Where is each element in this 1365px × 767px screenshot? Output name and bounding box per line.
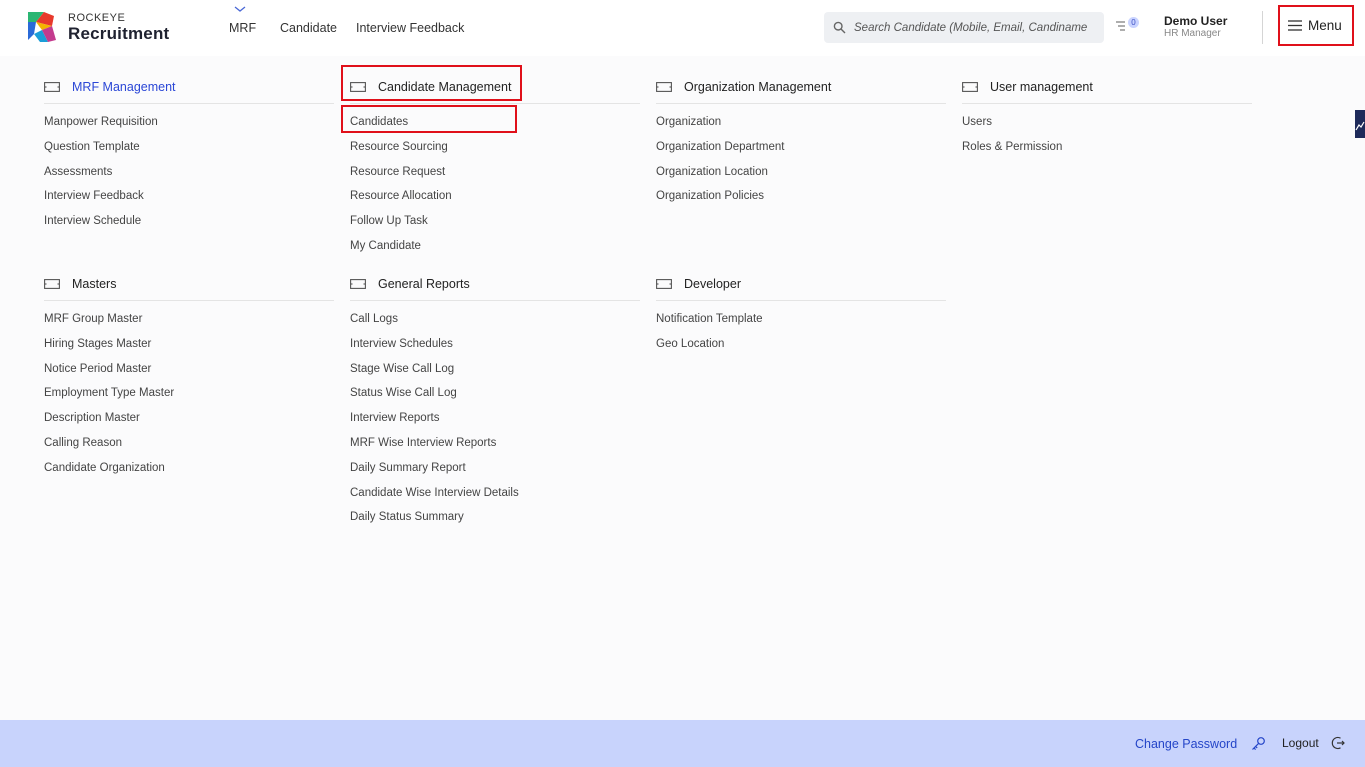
search-icon xyxy=(833,21,846,34)
section-header: MRF Management xyxy=(44,76,334,104)
nav-candidate[interactable]: Candidate xyxy=(280,21,337,35)
menu-item-candidates[interactable]: Candidates xyxy=(350,114,640,139)
menu-item-follow-up-task[interactable]: Follow Up Task xyxy=(350,213,640,238)
section-title[interactable]: MRF Management xyxy=(72,80,176,94)
menu-item-question-template[interactable]: Question Template xyxy=(44,139,334,164)
menu-item-hiring-stages-master[interactable]: Hiring Stages Master xyxy=(44,336,334,361)
menu-item-stage-wise-call-log[interactable]: Stage Wise Call Log xyxy=(350,361,640,386)
ticket-icon xyxy=(44,82,60,92)
menu-item-status-wise-call-log[interactable]: Status Wise Call Log xyxy=(350,385,640,410)
section-header: Candidate Management xyxy=(350,76,640,104)
section-organization-management: Organization Management Organization Org… xyxy=(656,76,946,213)
user-name[interactable]: Demo User xyxy=(1164,14,1227,28)
section-title[interactable]: Candidate Management xyxy=(378,80,511,94)
nav-interview-feedback[interactable]: Interview Feedback xyxy=(356,21,464,35)
section-header: General Reports xyxy=(350,273,640,301)
section-masters: Masters MRF Group Master Hiring Stages M… xyxy=(44,273,334,485)
menu-item-my-candidate[interactable]: My Candidate xyxy=(350,238,640,263)
section-title[interactable]: User management xyxy=(990,80,1093,94)
key-icon[interactable] xyxy=(1251,736,1266,751)
chevron-down-icon[interactable] xyxy=(234,4,246,14)
ticket-icon xyxy=(656,279,672,289)
section-title[interactable]: Masters xyxy=(72,277,116,291)
section-header: Organization Management xyxy=(656,76,946,104)
top-header: ROCKEYE Recruitment MRF Candidate Interv… xyxy=(0,0,1365,56)
menu-item-geo-location[interactable]: Geo Location xyxy=(656,336,946,361)
menu-item-notification-template[interactable]: Notification Template xyxy=(656,311,946,336)
ticket-icon xyxy=(656,82,672,92)
section-user-management: User management Users Roles & Permission xyxy=(962,76,1252,164)
menu-item-resource-request[interactable]: Resource Request xyxy=(350,164,640,189)
menu-item-resource-allocation[interactable]: Resource Allocation xyxy=(350,188,640,213)
notification-button[interactable]: 0 xyxy=(1116,16,1142,36)
section-header: Masters xyxy=(44,273,334,301)
ticket-icon xyxy=(350,82,366,92)
menu-item-candidate-organization[interactable]: Candidate Organization xyxy=(44,460,334,485)
notification-badge: 0 xyxy=(1128,17,1139,28)
brand-name: Recruitment xyxy=(68,24,170,43)
menu-item-manpower-requisition[interactable]: Manpower Requisition xyxy=(44,114,334,139)
menu-item-candidate-wise-interview-details[interactable]: Candidate Wise Interview Details xyxy=(350,485,640,510)
logout-icon[interactable] xyxy=(1331,736,1345,750)
header-divider xyxy=(1262,11,1263,44)
rockeye-logo xyxy=(28,12,56,42)
menu-item-call-logs[interactable]: Call Logs xyxy=(350,311,640,336)
ticket-icon xyxy=(962,82,978,92)
menu-item-description-master[interactable]: Description Master xyxy=(44,410,334,435)
user-role: HR Manager xyxy=(1164,28,1221,39)
section-general-reports: General Reports Call Logs Interview Sche… xyxy=(350,273,640,534)
nav-mrf[interactable]: MRF xyxy=(229,21,256,35)
logout-link[interactable]: Logout xyxy=(1282,736,1319,750)
section-header: User management xyxy=(962,76,1252,104)
section-title[interactable]: Organization Management xyxy=(684,80,831,94)
menu-item-roles-permission[interactable]: Roles & Permission xyxy=(962,139,1252,164)
section-candidate-management: Candidate Management Candidates Resource… xyxy=(350,76,640,263)
menu-label: Menu xyxy=(1308,18,1342,33)
footer-bar: Change Password Logout xyxy=(0,720,1365,767)
menu-item-interview-schedules[interactable]: Interview Schedules xyxy=(350,336,640,361)
menu-item-organization-location[interactable]: Organization Location xyxy=(656,164,946,189)
trend-icon xyxy=(1355,121,1365,131)
menu-item-interview-schedule[interactable]: Interview Schedule xyxy=(44,213,334,238)
menu-button[interactable]: Menu xyxy=(1278,5,1354,46)
change-password-link[interactable]: Change Password xyxy=(1135,737,1237,751)
ticket-icon xyxy=(350,279,366,289)
menu-item-daily-summary-report[interactable]: Daily Summary Report xyxy=(350,460,640,485)
menu-item-organization-policies[interactable]: Organization Policies xyxy=(656,188,946,213)
menu-item-daily-status-summary[interactable]: Daily Status Summary xyxy=(350,509,640,534)
search-input[interactable] xyxy=(854,12,1099,43)
menu-item-resource-sourcing[interactable]: Resource Sourcing xyxy=(350,139,640,164)
section-mrf-management: MRF Management Manpower Requisition Ques… xyxy=(44,76,334,238)
ticket-icon xyxy=(44,279,60,289)
menu-item-calling-reason[interactable]: Calling Reason xyxy=(44,435,334,460)
section-title[interactable]: Developer xyxy=(684,277,741,291)
menu-item-assessments[interactable]: Assessments xyxy=(44,164,334,189)
search-box[interactable] xyxy=(824,12,1104,43)
menu-item-organization[interactable]: Organization xyxy=(656,114,946,139)
section-developer: Developer Notification Template Geo Loca… xyxy=(656,273,946,361)
section-title[interactable]: General Reports xyxy=(378,277,470,291)
menu-item-mrf-wise-interview-reports[interactable]: MRF Wise Interview Reports xyxy=(350,435,640,460)
side-feedback-tab[interactable] xyxy=(1355,110,1365,138)
menu-item-mrf-group-master[interactable]: MRF Group Master xyxy=(44,311,334,336)
section-header: Developer xyxy=(656,273,946,301)
brand-top-text: ROCKEYE xyxy=(68,12,126,24)
menu-item-notice-period-master[interactable]: Notice Period Master xyxy=(44,361,334,386)
menu-item-users[interactable]: Users xyxy=(962,114,1252,139)
menu-item-organization-department[interactable]: Organization Department xyxy=(656,139,946,164)
menu-item-interview-feedback[interactable]: Interview Feedback xyxy=(44,188,334,213)
hamburger-icon xyxy=(1288,20,1302,31)
menu-item-interview-reports[interactable]: Interview Reports xyxy=(350,410,640,435)
menu-item-employment-type-master[interactable]: Employment Type Master xyxy=(44,385,334,410)
